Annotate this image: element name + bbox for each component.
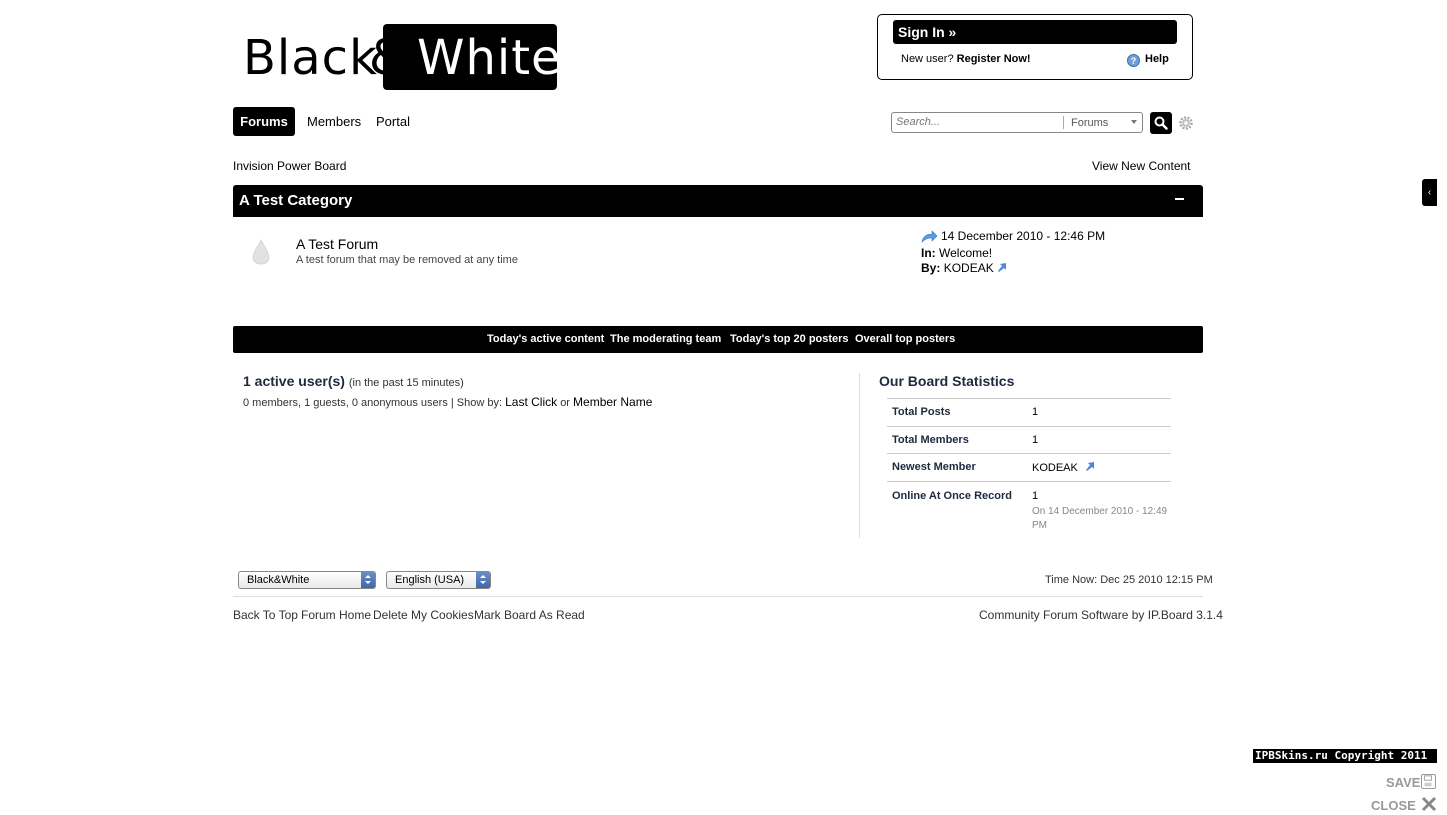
search-button[interactable] <box>1150 112 1172 134</box>
last-post-topic-link[interactable]: Welcome! <box>939 246 992 260</box>
sidebar-toggle-tab[interactable]: ‹ <box>1422 179 1437 206</box>
close-button[interactable]: CLOSE <box>1371 798 1416 813</box>
powered-by-link[interactable]: Community Forum Software by IP.Board 3.1… <box>979 608 1223 622</box>
breadcrumb[interactable]: Invision Power Board <box>233 159 346 173</box>
todays-active-content-link[interactable]: Today's active content <box>487 333 604 345</box>
sort-or-text: or <box>560 397 570 409</box>
forum-title-link[interactable]: A Test Forum <box>296 236 378 252</box>
mark-board-read-link[interactable]: Mark Board As Read <box>474 608 585 622</box>
delete-cookies-link[interactable]: Delete My Cookies <box>373 608 474 622</box>
moderating-team-link[interactable]: The moderating team <box>610 333 721 345</box>
chevron-down-icon[interactable] <box>1131 120 1137 124</box>
last-post-in-label: In: <box>921 246 936 260</box>
forum-status-icon <box>252 239 270 265</box>
back-to-top-link[interactable]: Back To Top <box>233 608 298 622</box>
view-profile-arrow-icon[interactable] <box>1085 461 1096 472</box>
stat-value-total-members: 1 <box>1032 434 1039 446</box>
stat-label-total-members: Total Members <box>892 434 969 446</box>
help-link[interactable]: Help <box>1145 53 1169 65</box>
stat-label-total-posts: Total Posts <box>892 406 951 418</box>
stat-online-record-date: On 14 December 2010 - 12:49 PM <box>1032 506 1168 531</box>
tab-portal[interactable]: Portal <box>376 114 410 129</box>
stats-row-divider <box>887 453 1171 454</box>
select-arrows-icon[interactable] <box>476 572 490 588</box>
stats-row-divider <box>887 426 1171 427</box>
search-separator <box>1063 116 1064 129</box>
stat-value-online-record: 1 <box>1032 490 1039 502</box>
logo-ampersand: & <box>369 30 407 86</box>
view-new-content-link[interactable]: View New Content <box>1092 159 1191 173</box>
active-users-detail: 0 members, 1 guests, 0 anonymous users |… <box>243 395 652 409</box>
search-icon <box>1154 116 1168 130</box>
stats-row-divider <box>887 398 1171 399</box>
active-users-count: 1 active user(s) <box>243 373 345 389</box>
logo-text-white: White <box>417 30 562 86</box>
last-post-author-link[interactable]: KODEAK <box>944 261 994 275</box>
logo-text-black: Black <box>243 30 378 86</box>
search-scope-select[interactable]: Forums <box>1071 117 1108 129</box>
top-20-posters-link[interactable]: Today's top 20 posters <box>730 333 849 345</box>
copyright-banner: IPBSkins.ru Copyright 2011 <box>1253 749 1437 763</box>
stat-label-online-record: Online At Once Record <box>892 490 1013 502</box>
floppy-disk-icon[interactable] <box>1421 774 1436 789</box>
last-post-by-label: By: <box>921 261 941 275</box>
forum-description: A test forum that may be removed at any … <box>296 254 518 266</box>
overall-top-posters-link[interactable]: Overall top posters <box>855 333 955 345</box>
collapse-icon[interactable] <box>1175 198 1184 200</box>
skin-select[interactable]: Black&White <box>238 571 376 589</box>
save-button[interactable]: SAVE <box>1386 775 1420 790</box>
category-header <box>233 185 1203 217</box>
category-title[interactable]: A Test Category <box>239 192 352 209</box>
help-icon[interactable]: ? <box>1127 54 1140 67</box>
sort-last-click-link[interactable]: Last Click <box>505 395 557 409</box>
active-users-timeframe: (in the past 15 minutes) <box>348 377 464 389</box>
active-users-breakdown: 0 members, 1 guests, 0 anonymous users |… <box>243 397 503 409</box>
search-input[interactable] <box>896 116 1056 128</box>
sort-member-name-link[interactable]: Member Name <box>573 395 652 409</box>
stat-value-total-posts: 1 <box>1032 406 1039 418</box>
newest-member-link[interactable]: KODEAK <box>1032 462 1078 474</box>
footer-divider <box>233 596 1203 597</box>
new-user-text: New user? Register Now! <box>901 53 1031 65</box>
register-link[interactable]: Register Now! <box>957 53 1031 65</box>
board-stats-heading: Our Board Statistics <box>879 373 1015 389</box>
stats-row-divider <box>887 481 1171 482</box>
close-icon[interactable] <box>1421 796 1437 812</box>
last-post-arrow-icon[interactable] <box>921 230 938 243</box>
gear-icon[interactable] <box>1179 116 1193 130</box>
stat-value-newest-member: KODEAK <box>1032 461 1096 474</box>
tab-forums[interactable]: Forums <box>233 107 295 136</box>
sign-in-button[interactable]: Sign In » <box>893 20 1177 44</box>
forum-home-link[interactable]: Forum Home <box>301 608 371 622</box>
last-post-date: 14 December 2010 - 12:46 PM <box>941 229 1106 243</box>
last-post-by: By: KODEAK <box>921 261 1008 275</box>
tab-members[interactable]: Members <box>307 114 361 129</box>
stats-divider <box>859 373 860 538</box>
view-profile-arrow-icon[interactable] <box>997 262 1008 273</box>
select-arrows-icon[interactable] <box>361 572 375 588</box>
last-post-in: In: Welcome! <box>921 246 992 260</box>
stat-label-newest-member: Newest Member <box>892 461 976 473</box>
new-user-label: New user? <box>901 53 954 65</box>
time-now: Time Now: Dec 25 2010 12:15 PM <box>1045 574 1213 586</box>
active-users-heading: 1 active user(s) (in the past 15 minutes… <box>243 373 464 389</box>
